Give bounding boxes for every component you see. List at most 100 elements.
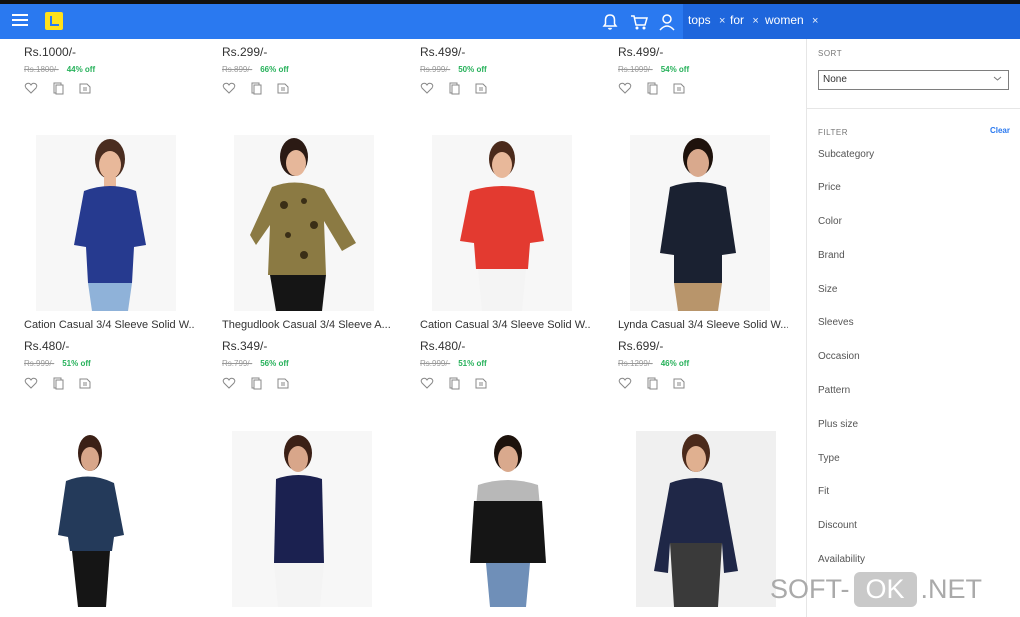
product-image[interactable]	[34, 431, 174, 607]
heart-icon[interactable]	[24, 81, 38, 95]
discount-badge: 51% off	[458, 359, 487, 368]
watermark-right: .NET	[920, 574, 983, 604]
top-header: tops × for × women ×	[0, 4, 1020, 39]
original-price: Rs.899/-	[222, 65, 253, 74]
product-card[interactable]: Lynda Casual 3/4 Sleeve Solid W... Rs.69…	[618, 319, 798, 371]
original-price: Rs.999/-	[24, 359, 55, 368]
original-price: Rs.1299/-	[618, 359, 653, 368]
sidebar-divider	[807, 108, 1020, 109]
product-title[interactable]: Cation Casual 3/4 Sleeve Solid W...	[24, 319, 194, 331]
filter-size[interactable]: Size	[818, 284, 837, 295]
product-card[interactable]: Rs.499/- Rs.1099/- 54% off	[618, 45, 798, 77]
product-actions	[222, 81, 302, 97]
bell-icon[interactable]	[600, 12, 620, 32]
original-price: Rs.999/-	[420, 65, 451, 74]
heart-icon[interactable]	[618, 81, 632, 95]
user-icon[interactable]	[657, 12, 677, 32]
product-price: Rs.349/-	[222, 339, 268, 353]
filter-sidebar: SORT None FILTER Clear Subcategory Price…	[806, 39, 1020, 617]
product-image[interactable]	[636, 431, 776, 607]
sort-label: SORT	[818, 49, 843, 58]
product-title[interactable]: Thegudlook Casual 3/4 Sleeve A...	[222, 319, 392, 331]
heart-icon[interactable]	[222, 376, 236, 390]
product-image[interactable]	[232, 431, 372, 607]
watermark-middle: OK	[853, 572, 917, 607]
share-icon[interactable]	[672, 81, 686, 95]
heart-icon[interactable]	[420, 376, 434, 390]
product-card[interactable]: Thegudlook Casual 3/4 Sleeve A... Rs.349…	[222, 319, 402, 371]
share-icon[interactable]	[672, 376, 686, 390]
share-icon[interactable]	[78, 376, 92, 390]
filter-discount[interactable]: Discount	[818, 520, 857, 531]
filter-availability[interactable]: Availability	[818, 554, 865, 565]
clear-filters-button[interactable]: Clear	[990, 126, 1010, 135]
flipkart-logo[interactable]	[45, 12, 63, 30]
discount-badge: 66% off	[260, 65, 289, 74]
discount-badge: 46% off	[660, 359, 690, 368]
filter-sleeves[interactable]: Sleeves	[818, 317, 854, 328]
compare-icon[interactable]	[447, 81, 461, 95]
filter-pattern[interactable]: Pattern	[818, 385, 850, 396]
product-actions	[420, 376, 500, 392]
filter-price[interactable]: Price	[818, 182, 841, 193]
product-actions	[24, 376, 104, 392]
compare-icon[interactable]	[249, 376, 263, 390]
product-image[interactable]	[432, 135, 572, 311]
product-price: Rs.699/-	[618, 339, 664, 353]
product-actions	[420, 81, 500, 97]
compare-icon[interactable]	[645, 81, 659, 95]
discount-badge: 54% off	[660, 65, 690, 74]
watermark-left: SOFT-	[770, 574, 850, 604]
filter-fit[interactable]: Fit	[818, 486, 829, 497]
compare-icon[interactable]	[645, 376, 659, 390]
filter-type[interactable]: Type	[818, 453, 840, 464]
share-icon[interactable]	[276, 376, 290, 390]
product-card[interactable]: Cation Casual 3/4 Sleeve Solid W... Rs.4…	[420, 319, 600, 371]
cart-icon[interactable]	[629, 12, 649, 32]
filter-brand[interactable]: Brand	[818, 250, 845, 261]
product-price: Rs.1000/-	[24, 45, 77, 59]
original-price: Rs.799/-	[222, 359, 253, 368]
compare-icon[interactable]	[51, 376, 65, 390]
heart-icon[interactable]	[222, 81, 236, 95]
product-card[interactable]: Cation Casual 3/4 Sleeve Solid W... Rs.4…	[24, 319, 204, 371]
filter-subcategory[interactable]: Subcategory	[818, 149, 874, 160]
product-actions	[618, 376, 698, 392]
share-icon[interactable]	[474, 376, 488, 390]
discount-badge: 50% off	[458, 65, 487, 74]
product-image[interactable]	[430, 431, 570, 607]
search-tag-label: for	[730, 13, 745, 27]
share-icon[interactable]	[78, 81, 92, 95]
search-tag-women: women ×	[765, 13, 818, 27]
compare-icon[interactable]	[447, 376, 461, 390]
share-icon[interactable]	[276, 81, 290, 95]
filter-color[interactable]: Color	[818, 216, 842, 227]
heart-icon[interactable]	[24, 376, 38, 390]
app-window: tops × for × women × Rs.1000/- Rs.1800/-…	[0, 0, 1020, 617]
filter-occasion[interactable]: Occasion	[818, 351, 860, 362]
filter-plus-size[interactable]: Plus size	[818, 419, 858, 430]
remove-tag-button[interactable]: ×	[719, 15, 725, 27]
product-card[interactable]: Rs.499/- Rs.999/- 50% off	[420, 45, 600, 77]
search-tag-for: for ×	[730, 13, 759, 27]
heart-icon[interactable]	[618, 376, 632, 390]
discount-badge: 56% off	[260, 359, 289, 368]
sort-dropdown[interactable]: None	[818, 70, 1009, 90]
hamburger-icon[interactable]	[12, 14, 28, 28]
product-image[interactable]	[630, 135, 770, 311]
product-card[interactable]: Rs.299/- Rs.899/- 66% off	[222, 45, 402, 77]
product-image[interactable]	[36, 135, 176, 311]
product-image[interactable]	[234, 135, 374, 311]
compare-icon[interactable]	[51, 81, 65, 95]
product-price: Rs.499/-	[420, 45, 466, 59]
heart-icon[interactable]	[420, 81, 434, 95]
filter-label: FILTER	[818, 128, 848, 137]
product-actions	[222, 376, 302, 392]
remove-tag-button[interactable]: ×	[752, 15, 758, 27]
remove-tag-button[interactable]: ×	[812, 15, 818, 27]
product-card[interactable]: Rs.1000/- Rs.1800/- 44% off	[24, 45, 204, 77]
product-title[interactable]: Lynda Casual 3/4 Sleeve Solid W...	[618, 319, 788, 331]
share-icon[interactable]	[474, 81, 488, 95]
compare-icon[interactable]	[249, 81, 263, 95]
product-title[interactable]: Cation Casual 3/4 Sleeve Solid W...	[420, 319, 590, 331]
